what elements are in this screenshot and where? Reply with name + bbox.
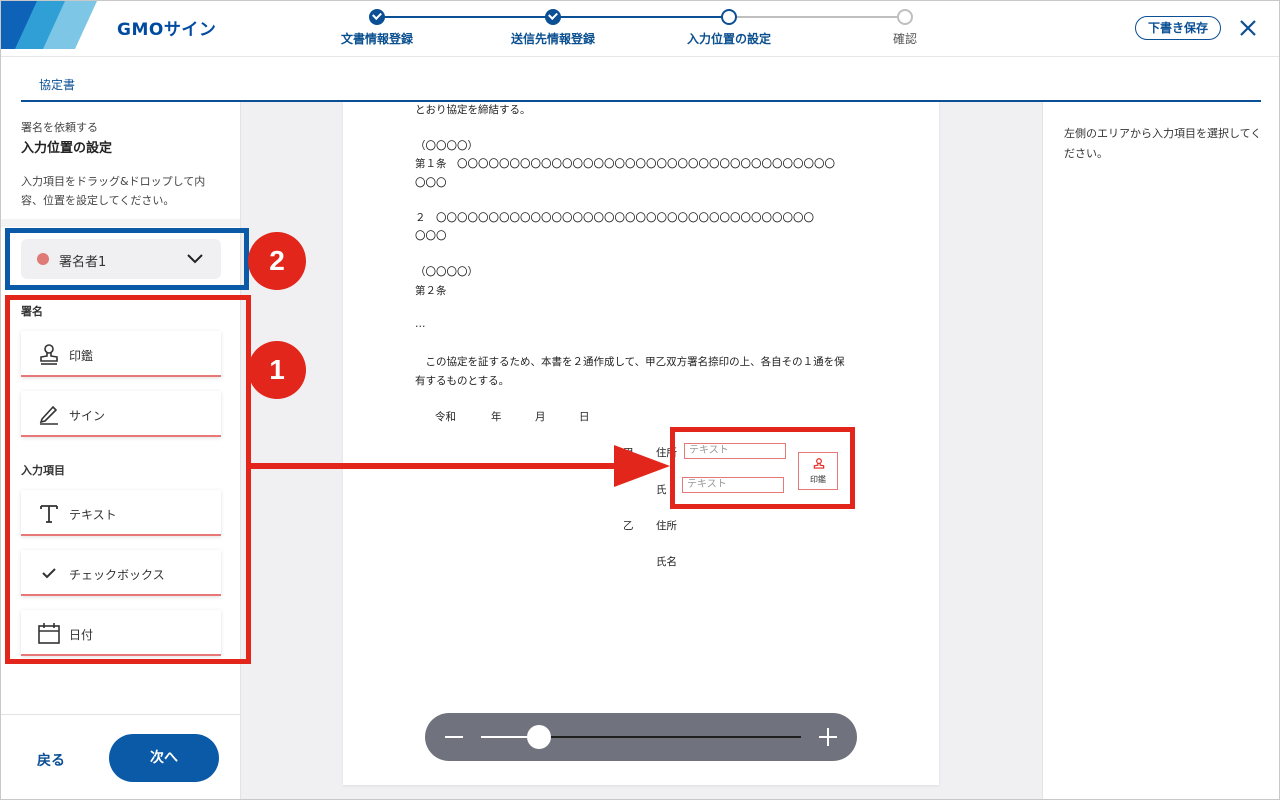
annotation-badge-2: 2 (248, 232, 306, 290)
annotation-highlight-signer (5, 228, 249, 290)
step-label-confirm: 確認 (892, 32, 918, 46)
panel-title: 入力位置の設定 (21, 141, 113, 156)
doc-date-era: 令和 (435, 411, 456, 423)
doc-line: ２ 〇〇〇〇〇〇〇〇〇〇〇〇〇〇〇〇〇〇〇〇〇〇〇〇〇〇〇〇〇〇〇〇〇〇〇〇 (415, 212, 814, 224)
logo-mark-icon (1, 1, 97, 49)
back-button[interactable]: 戻る (37, 750, 65, 770)
doc-address-b: 住所 (656, 520, 677, 532)
step-3-current-icon (721, 9, 737, 25)
doc-date-year: 年 (491, 411, 502, 423)
logo-text: GMOサイン (117, 20, 217, 40)
doc-line: 第２条 (415, 285, 447, 297)
doc-line: この協定を証するため、本書を２通作成して、甲乙双方署名捺印の上、各自その１通を保 (415, 356, 845, 368)
annotation-highlight-placed (670, 427, 855, 509)
doc-line: （〇〇〇〇） (415, 266, 478, 278)
step-4-future-icon (897, 9, 913, 25)
step-label-recipient-info: 送信先情報登録 (510, 32, 596, 46)
zoom-control (425, 713, 857, 761)
panel-subtitle: 署名を依頼する (21, 121, 98, 134)
doc-line: 有するものとする。 (415, 375, 510, 387)
zoom-slider-handle[interactable] (526, 725, 551, 749)
annotation-highlight-fields (5, 295, 251, 664)
doc-date-day: 日 (579, 411, 590, 423)
step-connector (729, 16, 905, 18)
plus-icon[interactable] (817, 725, 839, 749)
save-draft-button[interactable]: 下書き保存 (1135, 16, 1221, 40)
step-connector (377, 16, 553, 18)
step-connector (553, 16, 729, 18)
doc-line: 〇〇〇 (415, 177, 447, 189)
right-panel-hint: 左側のエリアから入力項目を選択してください。 (1064, 127, 1262, 160)
doc-line: … (415, 318, 426, 330)
step-label-document-info: 文書情報登録 (340, 32, 414, 46)
right-panel: 左側のエリアから入力項目を選択してください。 (1042, 102, 1279, 799)
step-2-done-icon (545, 9, 561, 25)
panel-description: 入力項目をドラッグ&ドロップして内容、位置を設定してください。 (21, 175, 206, 207)
next-button[interactable]: 次へ (109, 734, 219, 782)
app-window: GMOサイン 文書情報登録 送信先情報登録 入力位置の設定 確認 下書き保存 協… (0, 0, 1280, 800)
doc-line: 第１条 〇〇〇〇〇〇〇〇〇〇〇〇〇〇〇〇〇〇〇〇〇〇〇〇〇〇〇〇〇〇〇〇〇〇〇〇 (415, 158, 835, 170)
panel-divider (1, 219, 240, 227)
doc-party-b: 乙 (623, 520, 634, 532)
top-header: GMOサイン 文書情報登録 送信先情報登録 入力位置の設定 確認 下書き保存 (1, 1, 1279, 57)
doc-line: （〇〇〇〇） (415, 140, 478, 152)
panel-footer-divider (1, 714, 240, 715)
annotation-arrow-icon (246, 445, 670, 487)
step-label-input-position: 入力位置の設定 (686, 32, 772, 46)
annotation-badge-1: 1 (248, 341, 306, 399)
doc-date-month: 月 (535, 411, 546, 423)
step-1-done-icon (369, 9, 385, 25)
doc-line: 〇〇〇 (415, 230, 447, 242)
doc-line: とおり協定を締結する。 (415, 104, 531, 116)
tab-document[interactable]: 協定書 (39, 76, 75, 93)
doc-name-b: 氏名 (656, 556, 677, 568)
minus-icon[interactable] (443, 725, 465, 749)
close-icon[interactable] (1238, 18, 1258, 38)
